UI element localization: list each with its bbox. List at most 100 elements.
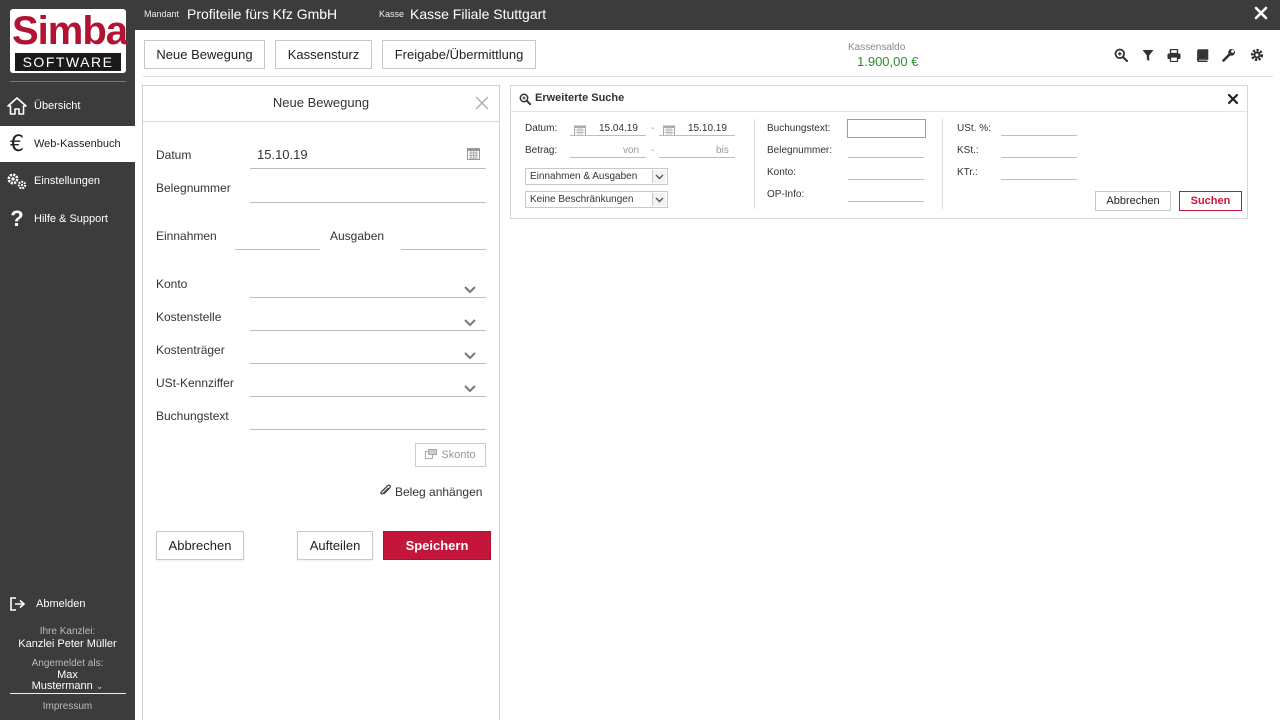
chevron-down-icon[interactable] (464, 347, 476, 360)
extended-search-panel: Erweiterte Suche Datum: 15.04.19 - 15.10… (510, 85, 1248, 219)
konto-field[interactable] (848, 179, 924, 180)
restriction-select-value: Keine Beschränkungen (530, 194, 634, 205)
euro-icon: € (10, 131, 24, 157)
buchungstext-field[interactable] (250, 429, 486, 430)
mandant-value[interactable]: Profiteile fürs Kfz GmbH (187, 6, 337, 22)
datum-to-field[interactable]: 15.10.19 (688, 123, 727, 134)
ktr-label: KTr.: (957, 167, 978, 178)
filter-icon[interactable] (1140, 47, 1156, 63)
sidebar: Simba SOFTWARE Übersicht € Web-Kassenbuc… (0, 0, 135, 720)
close-icon[interactable] (1254, 6, 1270, 22)
chevron-down-icon (652, 170, 666, 183)
range-dash: - (651, 145, 655, 156)
sidebar-divider (10, 81, 126, 82)
range-dash: - (651, 123, 655, 134)
chevron-down-icon[interactable] (464, 281, 476, 294)
logout-button[interactable]: Abmelden (0, 592, 135, 616)
chevron-down-icon[interactable] (464, 380, 476, 393)
saldo-label: Kassensaldo (848, 42, 906, 53)
kostentraeger-label: Kostenträger (156, 343, 225, 357)
konto-label: Konto: (767, 167, 796, 178)
kst-field[interactable] (1001, 157, 1077, 158)
user-last-name: Mustermann (31, 680, 93, 692)
skonto-label: Skonto (441, 449, 476, 461)
type-select[interactable]: Einnahmen & Ausgaben (525, 168, 668, 185)
ktr-field[interactable] (1001, 179, 1077, 180)
question-icon: ? (10, 206, 24, 231)
new-movement-button[interactable]: Neue Bewegung (144, 40, 265, 69)
einnahmen-label: Einnahmen (156, 229, 217, 243)
datum-from-underline (570, 135, 646, 136)
konto-select[interactable] (250, 297, 486, 298)
mandant-label: Mandant (144, 9, 180, 19)
betrag-to-field[interactable]: bis (716, 145, 729, 156)
gear-icon[interactable] (1249, 47, 1265, 63)
new-movement-panel: Neue Bewegung Datum 15.10.19 Belegnummer… (142, 85, 500, 720)
kasse-value[interactable]: Kasse Filiale Stuttgart (410, 6, 546, 22)
buchungstext-label: Buchungstext (156, 409, 229, 423)
sidebar-item-uebersicht[interactable]: Übersicht (0, 88, 135, 124)
cancel-button[interactable]: Abbrechen (156, 531, 244, 560)
zoom-icon[interactable] (1113, 47, 1129, 63)
column-divider (754, 119, 755, 209)
buchungstext-input[interactable] (847, 119, 926, 138)
save-button[interactable]: Speichern (383, 531, 491, 560)
search-cancel-button[interactable]: Abbrechen (1095, 191, 1171, 211)
belegnummer-label: Belegnummer: (767, 145, 833, 156)
panel-title: Neue Bewegung (143, 86, 499, 122)
type-select-value: Einnahmen & Ausgaben (530, 171, 638, 182)
simba-logo[interactable]: Simba SOFTWARE (10, 9, 128, 73)
column-divider (942, 119, 943, 209)
impressum-link[interactable]: Impressum (0, 701, 135, 712)
book-icon[interactable] (1194, 47, 1210, 63)
search-icon (519, 92, 532, 106)
attach-receipt-link[interactable]: Beleg anhängen (379, 484, 482, 500)
sidebar-item-label: Web-Kassenbuch (34, 138, 121, 150)
split-button[interactable]: Aufteilen (297, 531, 373, 560)
sidebar-divider (10, 693, 126, 694)
belegnummer-field[interactable] (848, 157, 924, 158)
restriction-select[interactable]: Keine Beschränkungen (525, 191, 668, 208)
chevron-down-icon[interactable] (464, 314, 476, 327)
betrag-label: Betrag: (525, 145, 558, 156)
attach-receipt-label: Beleg anhängen (395, 485, 483, 499)
datum-label: Datum (156, 148, 192, 162)
calendar-icon[interactable] (574, 123, 586, 141)
kst-label: KSt.: (957, 145, 979, 156)
kostentraeger-select[interactable] (250, 363, 486, 364)
sidebar-item-web-kassenbuch[interactable]: € Web-Kassenbuch (0, 126, 135, 162)
kostenstelle-select[interactable] (250, 330, 486, 331)
wrench-icon[interactable] (1221, 47, 1237, 63)
betrag-from-underline (570, 157, 646, 158)
belegnummer-field[interactable] (250, 202, 486, 203)
ust-field[interactable] (1001, 135, 1077, 136)
search-submit-button[interactable]: Suchen (1179, 191, 1242, 211)
home-icon (0, 97, 34, 115)
freigabe-button[interactable]: Freigabe/Übermittlung (382, 40, 536, 69)
close-icon[interactable] (1227, 92, 1239, 105)
datum-from-field[interactable]: 15.04.19 (599, 123, 638, 134)
konto-label: Konto (156, 277, 188, 291)
belegnummer-label: Belegnummer (156, 181, 231, 195)
calendar-icon[interactable] (467, 147, 480, 165)
calendar-icon[interactable] (663, 123, 675, 141)
sidebar-item-label: Übersicht (34, 100, 81, 112)
kostenstelle-label: Kostenstelle (156, 310, 222, 324)
einnahmen-field[interactable] (235, 249, 320, 250)
ust-select[interactable] (250, 396, 486, 397)
sidebar-item-hilfe[interactable]: ? Hilfe & Support (0, 201, 135, 237)
datum-field[interactable]: 15.10.19 (257, 147, 308, 162)
logout-icon (0, 597, 36, 611)
ausgaben-field[interactable] (401, 249, 486, 250)
close-icon[interactable] (475, 96, 489, 110)
user-menu[interactable]: Mustermann ⌄ (0, 681, 135, 692)
betrag-from-field[interactable]: von (623, 145, 639, 156)
print-icon[interactable] (1166, 47, 1182, 63)
kassensturz-button[interactable]: Kassensturz (275, 40, 372, 69)
skonto-icon (425, 448, 438, 462)
top-bar: Mandant Profiteile fürs Kfz GmbH Kasse K… (135, 0, 1280, 30)
sidebar-item-einstellungen[interactable]: Einstellungen (0, 163, 135, 199)
skonto-button[interactable]: Skonto (415, 443, 486, 467)
opinfo-field[interactable] (848, 201, 924, 202)
ust-label: USt. %: (957, 123, 991, 134)
